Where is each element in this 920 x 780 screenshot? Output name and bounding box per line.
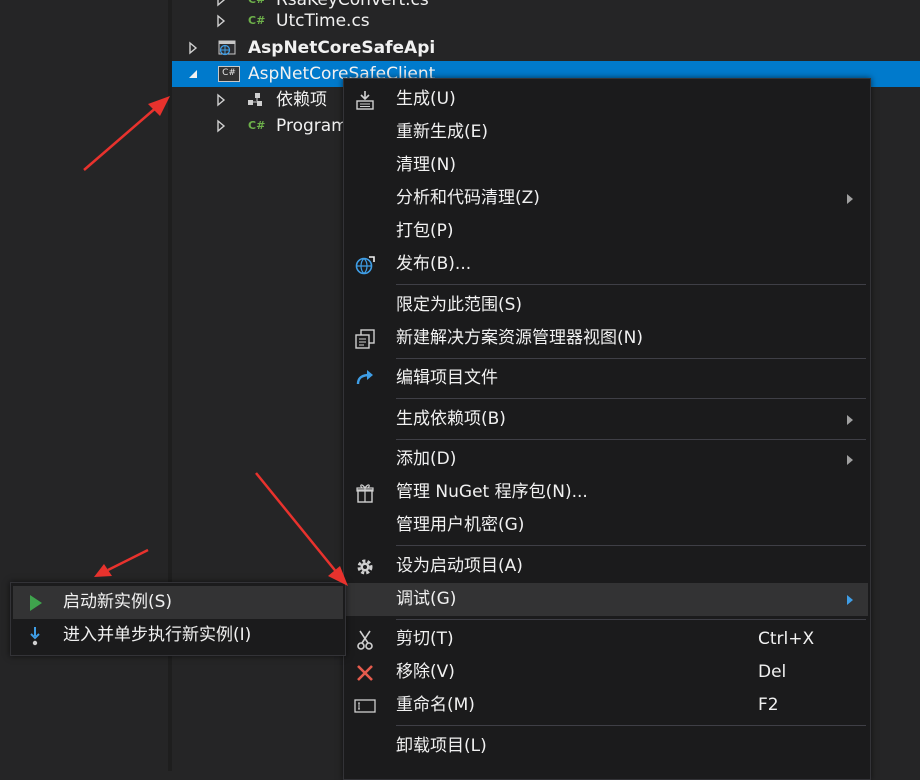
menu-item-cut[interactable]: 剪切(T) Ctrl+X: [344, 623, 868, 656]
menu-item-analyze-cleanup[interactable]: 分析和代码清理(Z): [344, 182, 868, 215]
submenu-item-label: 启动新实例(S): [63, 592, 173, 612]
csharp-file-icon: C#: [248, 119, 266, 132]
submenu-arrow-icon: [847, 595, 853, 605]
menu-separator: [396, 439, 866, 440]
menu-item-label: 设为启动项目(A): [396, 556, 523, 576]
menu-separator: [396, 358, 866, 359]
tree-item-label: 依赖项: [276, 90, 327, 110]
menu-item-publish[interactable]: 发布(B)...: [344, 248, 868, 281]
menu-item-label: 重新生成(E): [396, 122, 489, 142]
menu-item-edit-project-file[interactable]: 编辑项目文件: [344, 362, 868, 395]
nuget-package-icon: [356, 484, 374, 503]
tree-item-aspnetcoresafeapi[interactable]: AspNetCoreSafeApi: [172, 35, 920, 61]
menu-item-label: 添加(D): [396, 449, 457, 469]
menu-separator: [396, 545, 866, 546]
menu-item-debug[interactable]: 调试(G): [344, 583, 868, 616]
shortcut-label: Del: [758, 662, 787, 682]
menu-item-label: 调试(G): [396, 589, 457, 609]
menu-item-label: 编辑项目文件: [396, 368, 498, 388]
menu-item-label: 打包(P): [396, 221, 454, 241]
play-icon: [30, 595, 42, 611]
menu-separator: [396, 398, 866, 399]
menu-separator: [396, 284, 866, 285]
csharp-file-icon: C#: [248, 0, 266, 8]
web-project-icon: [218, 40, 236, 56]
menu-item-label: 卸载项目(L): [396, 736, 487, 756]
expand-arrow-icon[interactable]: [214, 14, 228, 28]
menu-item-build[interactable]: 生成(U): [344, 83, 868, 116]
menu-item-label: 生成依赖项(B): [396, 409, 506, 429]
csharp-file-icon: C#: [248, 14, 266, 27]
menu-item-label: 发布(B)...: [396, 254, 472, 274]
menu-item-rename[interactable]: 重命名(M) F2: [344, 689, 868, 722]
menu-item-label: 新建解决方案资源管理器视图(N): [396, 328, 643, 348]
build-icon: [356, 91, 374, 110]
new-view-icon: [355, 329, 375, 349]
menu-item-set-startup[interactable]: 设为启动项目(A): [344, 550, 868, 583]
debug-submenu: 启动新实例(S) 进入并单步执行新实例(I): [10, 582, 346, 656]
menu-item-add[interactable]: 添加(D): [344, 443, 868, 476]
menu-item-label: 重命名(M): [396, 695, 475, 715]
menu-item-scope-to-this[interactable]: 限定为此范围(S): [344, 289, 868, 322]
rename-icon: [354, 699, 376, 713]
tree-item-utctime[interactable]: C# UtcTime.cs: [172, 8, 920, 34]
remove-x-icon: [357, 665, 373, 681]
menu-item-manage-user-secrets[interactable]: 管理用户机密(G): [344, 509, 868, 542]
menu-item-label: 分析和代码清理(Z): [396, 188, 540, 208]
menu-item-label: 限定为此范围(S): [396, 295, 523, 315]
menu-separator: [396, 619, 866, 620]
menu-item-label: 清理(N): [396, 155, 456, 175]
csharp-project-icon: C#: [218, 66, 240, 82]
submenu-item-step-into-new-instance[interactable]: 进入并单步执行新实例(I): [13, 619, 343, 652]
menu-item-remove[interactable]: 移除(V) Del: [344, 656, 868, 689]
menu-item-label: 移除(V): [396, 662, 455, 682]
expand-arrow-icon[interactable]: [214, 0, 228, 7]
submenu-item-label: 进入并单步执行新实例(I): [63, 625, 252, 645]
submenu-arrow-icon: [847, 194, 853, 204]
project-context-menu: 生成(U) 重新生成(E) 清理(N) 分析和代码清理(Z) 打包(P) 发布(…: [343, 78, 871, 780]
expand-arrow-icon[interactable]: [214, 119, 228, 133]
menu-item-build-dependencies[interactable]: 生成依赖项(B): [344, 403, 868, 436]
publish-globe-icon: [355, 256, 375, 275]
menu-item-manage-nuget[interactable]: 管理 NuGet 程序包(N)...: [344, 476, 868, 509]
collapse-arrow-icon[interactable]: [186, 67, 200, 81]
edit-redo-icon: [356, 370, 373, 385]
submenu-arrow-icon: [847, 415, 853, 425]
gear-icon: [357, 559, 373, 575]
menu-item-label: 管理用户机密(G): [396, 515, 525, 535]
expand-arrow-icon[interactable]: [186, 41, 200, 55]
shortcut-label: F2: [758, 695, 779, 715]
menu-item-clean[interactable]: 清理(N): [344, 149, 868, 182]
step-into-icon: [30, 627, 40, 646]
menu-item-label: 生成(U): [396, 89, 456, 109]
menu-separator: [396, 725, 866, 726]
scissors-icon: [357, 630, 373, 650]
menu-item-pack[interactable]: 打包(P): [344, 215, 868, 248]
submenu-arrow-icon: [847, 455, 853, 465]
expand-arrow-icon[interactable]: [214, 93, 228, 107]
menu-item-label: 管理 NuGet 程序包(N)...: [396, 482, 588, 502]
tree-item-label: UtcTime.cs: [276, 11, 370, 31]
menu-item-unload-project[interactable]: 卸载项目(L): [344, 730, 868, 763]
menu-item-label: 剪切(T): [396, 629, 454, 649]
menu-item-new-explorer-view[interactable]: 新建解决方案资源管理器视图(N): [344, 322, 868, 355]
submenu-item-start-new-instance[interactable]: 启动新实例(S): [13, 586, 343, 619]
dependencies-icon: [248, 93, 262, 106]
shortcut-label: Ctrl+X: [758, 629, 815, 649]
menu-item-rebuild[interactable]: 重新生成(E): [344, 116, 868, 149]
tree-item-label: AspNetCoreSafeApi: [248, 38, 436, 58]
